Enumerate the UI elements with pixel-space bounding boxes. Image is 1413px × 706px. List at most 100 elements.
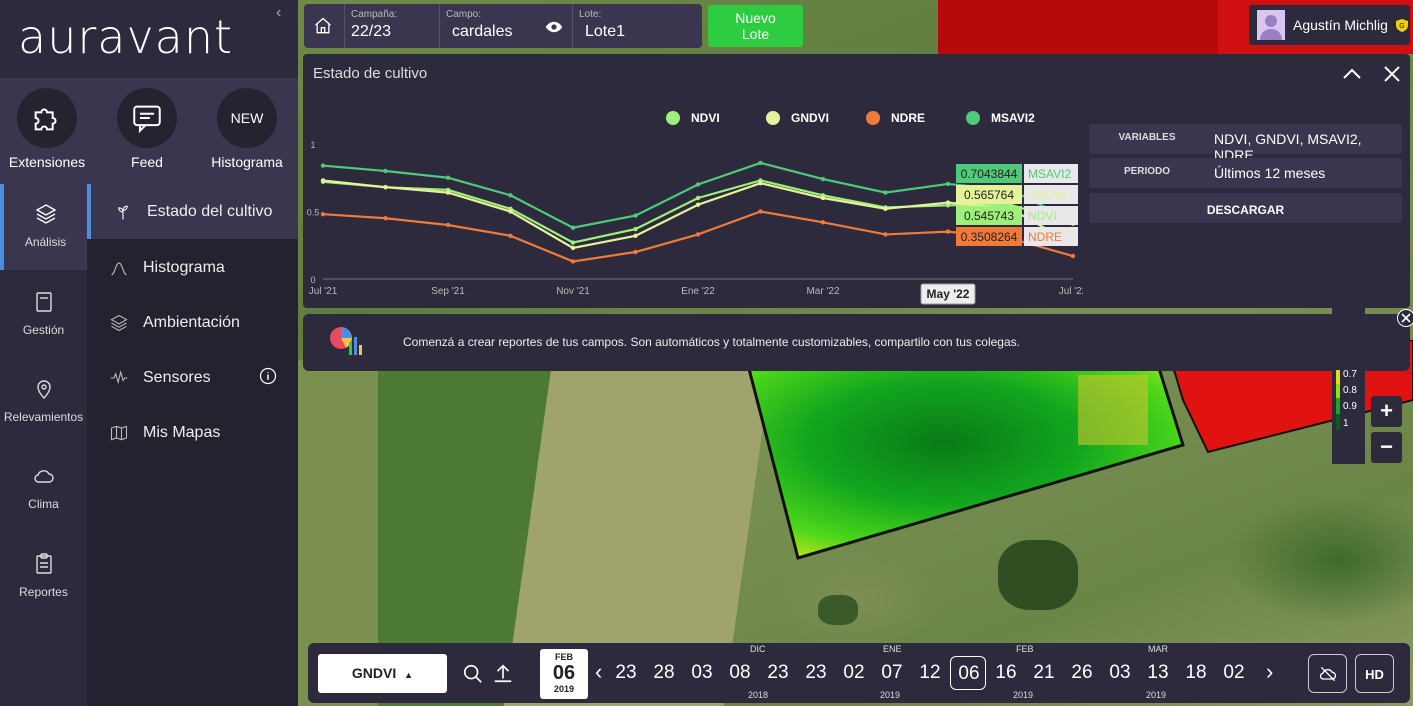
feed-button[interactable]: Feed <box>97 88 197 170</box>
tooltip-name: NDVI <box>1028 209 1057 223</box>
timeline-day[interactable]: 23 <box>608 643 644 703</box>
extensions-button[interactable]: Extensiones <box>0 88 97 170</box>
user-menu[interactable]: Agustín Michlig G <box>1249 5 1410 45</box>
chevron-left-icon[interactable]: ‹ <box>276 4 281 22</box>
eye-icon[interactable] <box>545 20 563 34</box>
nav-analysis[interactable]: Análisis <box>0 184 87 270</box>
data-point <box>758 160 763 166</box>
subnav-my-maps[interactable]: Mis Mapas <box>87 405 298 460</box>
data-point <box>320 178 326 183</box>
nav-management[interactable]: Gestión <box>0 272 87 358</box>
campaign-value: 22/23 <box>351 23 392 40</box>
nav-surveys[interactable]: Relevamientos <box>0 359 87 445</box>
data-point <box>695 195 701 201</box>
nav-reports-label: Reportes <box>19 585 68 599</box>
banner-close-button[interactable] <box>1397 309 1413 327</box>
search-icon[interactable] <box>462 663 484 685</box>
lot-selector[interactable]: Lote: Lote1 <box>572 4 700 48</box>
timeline-day-label: 26 <box>1071 662 1093 683</box>
subnav-crop-status[interactable]: Estado del cultivo <box>87 184 298 239</box>
campaign-selector[interactable]: Campaña: 22/23 <box>344 4 438 48</box>
subnav-environment[interactable]: Ambientación <box>87 295 298 350</box>
shield-badge-icon: G <box>1395 18 1408 32</box>
legend-value: 0.8 <box>1343 385 1357 396</box>
data-point <box>695 202 701 207</box>
data-point <box>883 190 888 195</box>
timeline-day[interactable]: 02 <box>1216 643 1252 703</box>
cloud-filter-button[interactable] <box>1308 654 1347 693</box>
user-name: Agustín Michlig <box>1293 17 1388 33</box>
nav-weather[interactable]: Clima <box>0 446 87 532</box>
bell-curve-icon <box>111 261 127 275</box>
report-chart-icon <box>330 327 362 355</box>
variables-row[interactable]: VARIABLES NDVI, GNDVI, MSAVI2, NDRE <box>1089 124 1402 163</box>
period-value: Últimos 12 meses <box>1214 165 1326 181</box>
download-button[interactable]: DESCARGAR <box>1089 193 1402 223</box>
y-tick-label: 1 <box>310 140 315 150</box>
timeline-day[interactable]: 28 <box>646 643 682 703</box>
tooltip-value: 0.565764 <box>964 188 1014 202</box>
data-point <box>633 213 638 218</box>
subnav-histogram[interactable]: Histograma <box>87 240 298 295</box>
data-point <box>383 168 388 174</box>
feed-label: Feed <box>131 154 163 170</box>
timeline-day[interactable]: 03 <box>1102 643 1138 703</box>
legend-marker <box>766 111 780 125</box>
upload-icon[interactable] <box>492 661 514 685</box>
timeline-day[interactable]: 03 <box>684 643 720 703</box>
selected-day: 06 <box>552 662 576 684</box>
map-lot-red <box>938 0 1258 54</box>
data-point <box>570 240 576 245</box>
field-value: cardales <box>452 23 513 40</box>
subnav-crop-status-label: Estado del cultivo <box>147 202 273 220</box>
sidebar: auravant ‹ Extensiones Feed NEW Histogra… <box>0 0 298 706</box>
avatar <box>1257 10 1285 40</box>
data-point <box>633 249 638 255</box>
field-selector[interactable]: Campo: cardales <box>439 4 567 48</box>
new-badge: NEW <box>230 110 264 126</box>
info-icon[interactable] <box>259 367 277 385</box>
data-point <box>320 163 326 168</box>
timeline-day[interactable]: 26 <box>1064 643 1100 703</box>
chevron-up-icon[interactable] <box>1343 68 1361 80</box>
timeline-day[interactable]: 06 <box>950 656 986 690</box>
new-lot-button[interactable]: Nuevo Lote <box>708 5 803 47</box>
report-banner[interactable]: Comenzá a crear reportes de tus campos. … <box>303 314 1410 371</box>
subnav-sensors[interactable]: Sensores <box>87 350 298 405</box>
chevron-right-icon[interactable]: › <box>1266 659 1273 685</box>
timeline-day[interactable]: 12 <box>912 643 948 703</box>
zoom-out-button[interactable]: − <box>1371 432 1402 463</box>
svg-text:G: G <box>1399 23 1404 30</box>
timeline-month: FEB <box>1016 644 1034 654</box>
selected-date[interactable]: FEB 06 2019 <box>540 649 588 699</box>
document-icon <box>35 292 52 312</box>
home-button[interactable] <box>304 4 342 48</box>
histogram-quick-button[interactable]: NEW Histograma <box>197 88 297 170</box>
timeline-day[interactable]: 18 <box>1178 643 1214 703</box>
download-label: DESCARGAR <box>1206 203 1285 217</box>
home-icon <box>315 17 331 34</box>
layer-selector[interactable]: GNDVI ▲ <box>318 654 447 693</box>
zoom-in-button[interactable]: + <box>1371 396 1402 427</box>
timeline-day-label: 02 <box>843 662 865 683</box>
timeline-day[interactable]: 02 <box>836 643 872 703</box>
data-point <box>383 216 388 221</box>
map-lot-ndvi <box>746 363 1185 560</box>
period-row[interactable]: PERIODO Últimos 12 meses <box>1089 158 1402 188</box>
nav-weather-label: Clima <box>28 497 59 511</box>
extensions-label: Extensiones <box>8 154 86 170</box>
crop-index-chart[interactable]: 0 0.5 1 Jul '21 Sep '21 Nov '21 Ene '22 Mar '22… <box>303 54 1083 308</box>
layer-value: GNDVI <box>351 665 397 681</box>
hd-toggle-button[interactable]: HD <box>1355 654 1394 693</box>
timeline-month: DIC <box>750 644 766 654</box>
tooltip-name: GNDVI <box>1028 188 1066 202</box>
timeline-day-label: 18 <box>1185 662 1207 683</box>
histogram-quick-label: Histograma <box>211 154 283 170</box>
logo[interactable]: auravant ‹ <box>0 0 298 78</box>
data-point <box>883 206 888 211</box>
timeline-day[interactable]: 23 <box>798 643 834 703</box>
chevron-left-icon[interactable]: ‹ <box>595 659 602 685</box>
close-icon[interactable] <box>1383 65 1401 83</box>
tooltip-value: 0.3508264 <box>961 230 1018 244</box>
nav-reports[interactable]: Reportes <box>0 534 87 620</box>
